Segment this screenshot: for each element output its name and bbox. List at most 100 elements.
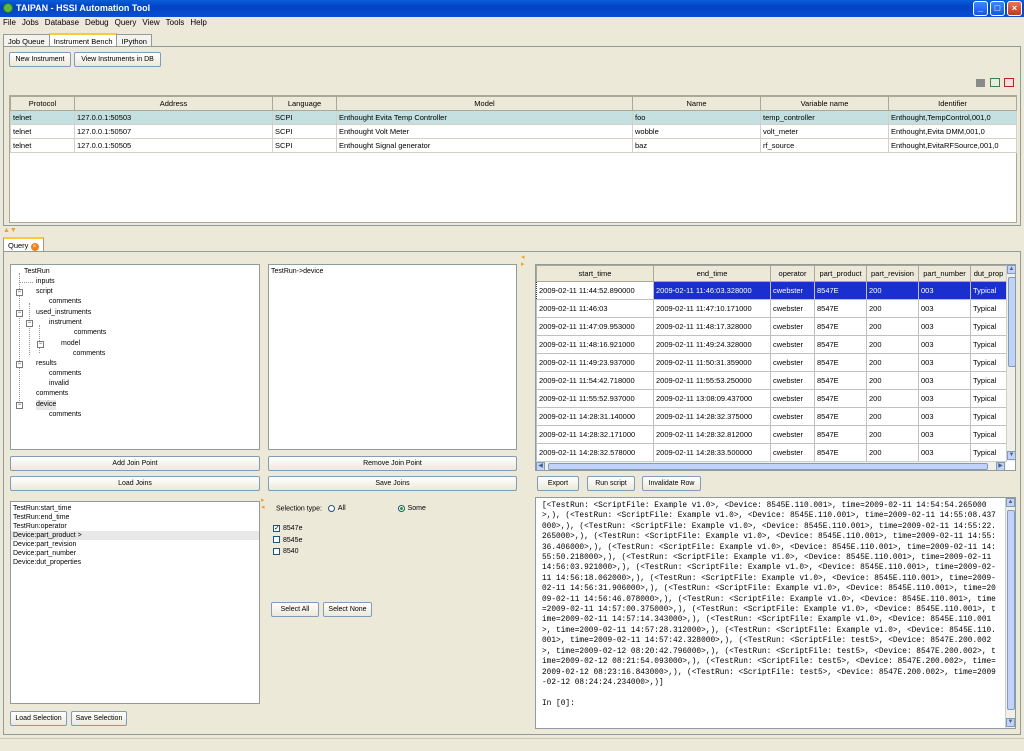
cell[interactable]: 200 — [866, 389, 919, 408]
cell[interactable]: baz — [632, 138, 761, 153]
cell[interactable]: Typical — [970, 317, 1007, 336]
cell[interactable]: Typical — [970, 353, 1007, 372]
table-row[interactable]: 2009-02-11 11:46:03 2009-02-11 11:47:10.1… — [536, 299, 1007, 318]
checkbox-icon[interactable] — [273, 536, 280, 544]
tree-node-comments[interactable]: comments — [36, 389, 68, 399]
cell[interactable]: 003 — [918, 371, 971, 390]
run-script-button[interactable]: Run script — [587, 476, 635, 491]
cell[interactable]: 003 — [918, 353, 971, 372]
menu-help[interactable]: Help — [187, 17, 209, 27]
field-item[interactable]: Device:part_revision — [11, 540, 259, 549]
expand-icon[interactable]: − — [16, 289, 23, 296]
cell[interactable]: Typical — [970, 335, 1007, 354]
cell[interactable]: 2009-02-11 14:28:32.812000 — [653, 425, 771, 444]
cell[interactable]: cwebster — [770, 317, 815, 336]
cell[interactable]: 200 — [866, 353, 919, 372]
cell[interactable]: telnet — [10, 138, 75, 153]
tree-node-comments[interactable]: comments — [73, 349, 105, 359]
cell[interactable]: 2009-02-11 14:28:33.500000 — [653, 443, 771, 462]
cell[interactable]: 8547E — [814, 443, 867, 462]
cell[interactable]: 003 — [918, 425, 971, 444]
select-none-button[interactable]: Select None — [323, 602, 372, 617]
tree-node-comments[interactable]: comments — [49, 369, 81, 379]
field-item-selected[interactable]: Device:part_product > — [11, 531, 259, 540]
col-identifier[interactable]: Identifier — [888, 96, 1017, 111]
scroll-up-icon[interactable]: ▲ — [1007, 265, 1015, 274]
col-start-time[interactable]: start_time — [536, 265, 654, 282]
add-join-point-button[interactable]: Add Join Point — [10, 456, 260, 471]
radio-all[interactable]: All — [327, 505, 346, 512]
expand-icon[interactable]: − — [26, 320, 33, 327]
checkbox-checked-icon[interactable]: ✓ — [273, 524, 280, 532]
option-8540[interactable]: 8540 — [273, 546, 302, 558]
col-language[interactable]: Language — [272, 96, 337, 111]
menu-debug[interactable]: Debug — [82, 17, 112, 27]
cell[interactable]: 003 — [918, 443, 971, 462]
cell[interactable]: 2009-02-11 11:47:09.953000 — [536, 317, 654, 336]
scroll-thumb[interactable] — [1008, 277, 1015, 367]
cell[interactable]: 8547E — [814, 281, 867, 300]
scroll-down-icon[interactable]: ▼ — [1007, 451, 1015, 460]
radio-all-icon[interactable] — [327, 505, 335, 512]
results-hscroll[interactable]: ◀ ▶ — [536, 461, 1006, 470]
col-dut-properties[interactable]: dut_prop — [970, 265, 1007, 282]
col-variable-name[interactable]: Variable name — [760, 96, 889, 111]
cell[interactable]: 2009-02-11 11:55:52.937000 — [536, 389, 654, 408]
cell[interactable]: SCPI — [272, 110, 337, 125]
table-row[interactable]: 2009-02-11 11:44:52.890000 2009-02-11 11:… — [536, 281, 1007, 300]
cell[interactable]: 8547E — [814, 335, 867, 354]
cell[interactable]: 2009-02-11 11:47:10.171000 — [653, 299, 771, 318]
cell[interactable]: Typical — [970, 389, 1007, 408]
cell[interactable]: cwebster — [770, 407, 815, 426]
cell[interactable]: Typical — [970, 443, 1007, 462]
cell[interactable]: 8547E — [814, 371, 867, 390]
minimize-button[interactable]: _ — [973, 1, 988, 16]
cell[interactable]: rf_source — [760, 138, 889, 153]
scroll-left-icon[interactable]: ◀ — [536, 462, 545, 470]
col-part-number[interactable]: part_number — [918, 265, 971, 282]
load-selection-button[interactable]: Load Selection — [10, 711, 67, 726]
tab-instrument-bench[interactable]: Instrument Bench — [48, 33, 118, 47]
menu-file[interactable]: File — [0, 17, 19, 27]
select-all-button[interactable]: Select All — [271, 602, 319, 617]
cell[interactable]: wobble — [632, 124, 761, 139]
cell[interactable]: 8547E — [814, 353, 867, 372]
cell[interactable]: telnet — [10, 124, 75, 139]
cell[interactable]: volt_meter — [760, 124, 889, 139]
splitter-arrow-icon[interactable]: ◂ ▸ — [521, 254, 525, 268]
tree-node-comments[interactable]: comments — [49, 297, 81, 307]
cell[interactable]: cwebster — [770, 371, 815, 390]
join-item[interactable]: TestRun->device — [271, 268, 323, 275]
table-row[interactable]: 2009-02-11 11:47:09.953000 2009-02-11 11:… — [536, 317, 1007, 336]
ipython-console[interactable]: [<TestRun: <ScriptFile: Example v1.0>, <… — [535, 497, 1016, 729]
tree-node-device[interactable]: device — [36, 400, 57, 411]
console-vscroll[interactable]: ▲ ▼ — [1005, 498, 1015, 728]
export-button[interactable]: Export — [537, 476, 579, 491]
cell[interactable]: SCPI — [272, 124, 337, 139]
cell[interactable]: 2009-02-11 11:44:52.890000 — [536, 281, 654, 300]
tree-node-testrun[interactable]: TestRun — [24, 267, 50, 277]
col-address[interactable]: Address — [74, 96, 273, 111]
cell[interactable]: 003 — [918, 389, 971, 408]
scroll-thumb[interactable] — [1007, 510, 1015, 710]
scroll-thumb[interactable] — [548, 463, 988, 470]
cell[interactable]: SCPI — [272, 138, 337, 153]
field-item[interactable]: TestRun:operator — [11, 522, 259, 531]
cell[interactable]: telnet — [10, 110, 75, 125]
cell[interactable]: 200 — [866, 443, 919, 462]
splitter-arrow-icon[interactable]: ▸ ◂ — [261, 497, 265, 511]
cell[interactable]: 2009-02-11 11:55:53.250000 — [653, 371, 771, 390]
cell[interactable]: 200 — [866, 425, 919, 444]
col-name[interactable]: Name — [632, 96, 761, 111]
expand-icon[interactable]: − — [16, 310, 23, 317]
cell[interactable]: cwebster — [770, 389, 815, 408]
table-row[interactable]: 2009-02-11 14:28:32.171000 2009-02-11 14:… — [536, 425, 1007, 444]
cell[interactable]: Typical — [970, 281, 1007, 300]
cell[interactable]: Enthought Evita Temp Controller — [336, 110, 633, 125]
cell[interactable]: Typical — [970, 407, 1007, 426]
cell[interactable]: 2009-02-11 11:54:42.718000 — [536, 371, 654, 390]
field-item[interactable]: TestRun:start_time — [11, 504, 259, 513]
splitter-collapse-icon[interactable]: ▲▼ — [3, 227, 17, 234]
field-item[interactable]: Device:dut_properties — [11, 558, 259, 567]
load-joins-button[interactable]: Load Joins — [10, 476, 260, 491]
